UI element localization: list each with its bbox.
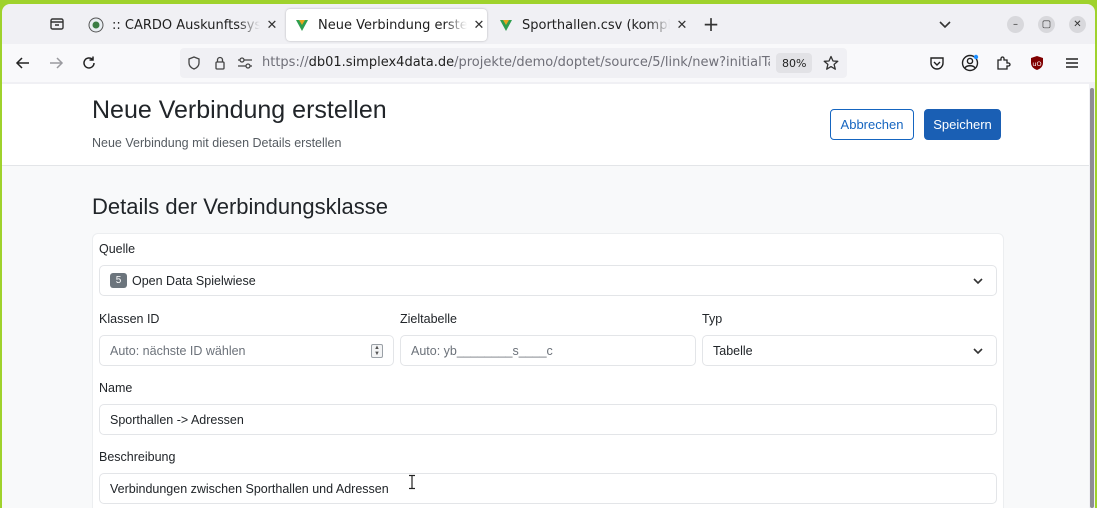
star-icon[interactable] [823, 55, 839, 71]
tab-title: Sporthallen.csv (komplett) [522, 17, 670, 33]
chevron-down-icon [972, 345, 984, 357]
zieltabelle-label: Zieltabelle [400, 312, 457, 326]
simplex-favicon-icon [498, 17, 514, 33]
url-path: /projekte/demo/doptet/source/5/link/new?… [454, 55, 770, 70]
tab-sporthallen-csv[interactable]: Sporthallen.csv (komplett) ✕ [494, 9, 690, 41]
klassen-id-input[interactable]: Auto: nächste ID wählen ▲ ▼ [99, 335, 394, 366]
text-cursor-icon [408, 474, 416, 490]
form-card: Quelle 5 Open Data Spielwiese Klassen ID… [92, 233, 1004, 508]
quelle-value: Open Data Spielwiese [132, 273, 256, 288]
quelle-label: Quelle [99, 242, 136, 256]
quelle-select[interactable]: 5 Open Data Spielwiese [99, 265, 997, 296]
source-id-badge: 5 [110, 273, 127, 288]
account-icon[interactable] [960, 53, 980, 73]
browser-window: :: CARDO Auskunftssystem ✕ Neue Verbindu… [2, 4, 1095, 508]
save-button[interactable]: Speichern [924, 109, 1001, 140]
number-spinner-icon[interactable]: ▲ ▼ [371, 344, 383, 358]
close-window-icon[interactable]: ✕ [1069, 16, 1086, 33]
name-value: Sporthallen -> Adressen [110, 412, 244, 427]
reload-icon[interactable] [78, 52, 100, 74]
zieltabelle-placeholder: Auto: yb________s____c [411, 343, 553, 358]
page-content: Neue Verbindung erstellen Neue Verbindun… [2, 84, 1089, 508]
maximize-icon[interactable]: ▢ [1038, 16, 1055, 33]
zieltabelle-input[interactable]: Auto: yb________s____c [400, 335, 696, 366]
url-scheme: https:// [262, 55, 309, 70]
klassen-id-placeholder: Auto: nächste ID wählen [110, 343, 246, 358]
simplex-favicon-icon [294, 17, 310, 33]
url-host: simplex4data.de [345, 55, 455, 70]
tab-strip: :: CARDO Auskunftssystem ✕ Neue Verbindu… [2, 4, 1095, 44]
tab-title: :: CARDO Auskunftssystem [112, 17, 260, 33]
chevron-down-icon[interactable] [934, 14, 956, 34]
name-input[interactable]: Sporthallen -> Adressen [99, 404, 997, 435]
extensions-icon[interactable] [993, 53, 1013, 73]
minimize-icon[interactable]: – [1007, 16, 1024, 33]
tab-title: Neue Verbindung erstellen [318, 17, 467, 33]
close-icon[interactable]: ✕ [471, 17, 487, 33]
chevron-down-icon [972, 275, 984, 287]
forward-arrow-icon[interactable] [45, 52, 67, 74]
beschreibung-label: Beschreibung [99, 450, 176, 464]
beschreibung-value: Verbindungen zwischen Sporthallen und Ad… [110, 481, 389, 496]
typ-value: Tabelle [713, 343, 753, 358]
cardo-favicon-icon [88, 17, 104, 33]
close-icon[interactable]: ✕ [674, 17, 690, 33]
new-tab-plus-icon[interactable]: + [700, 12, 722, 36]
page-subtitle: Neue Verbindung mit diesen Details erste… [92, 136, 342, 150]
beschreibung-input[interactable]: Verbindungen zwischen Sporthallen und Ad… [99, 473, 997, 504]
lock-icon[interactable] [212, 55, 228, 71]
typ-label: Typ [702, 312, 723, 326]
ublock-origin-icon[interactable]: uO [1027, 53, 1047, 73]
back-arrow-icon[interactable] [12, 52, 34, 74]
url-subdomain: db01. [308, 55, 346, 70]
url-text[interactable]: https://db01.simplex4data.de/projekte/de… [262, 55, 770, 70]
section-title: Details der Verbindungsklasse [92, 194, 388, 219]
tab-neue-verbindung[interactable]: Neue Verbindung erstellen ✕ [286, 9, 487, 41]
zoom-indicator[interactable]: 80% [776, 53, 813, 73]
scrollbar[interactable] [1089, 84, 1095, 508]
name-label: Name [99, 381, 133, 395]
scrollbar-thumb[interactable] [1090, 88, 1094, 508]
page-header: Neue Verbindung erstellen Neue Verbindun… [2, 84, 1089, 166]
url-bar[interactable]: https://db01.simplex4data.de/projekte/de… [180, 48, 847, 78]
firefox-view-icon[interactable] [46, 14, 68, 34]
navigation-bar: https://db01.simplex4data.de/projekte/de… [2, 44, 1095, 82]
close-icon[interactable]: ✕ [264, 17, 280, 33]
klassen-id-label: Klassen ID [99, 312, 160, 326]
hamburger-menu-icon[interactable] [1062, 53, 1082, 73]
cancel-button[interactable]: Abbrechen [830, 109, 914, 140]
permissions-icon[interactable] [237, 55, 253, 71]
shield-icon[interactable] [186, 55, 202, 71]
typ-select[interactable]: Tabelle [702, 335, 997, 366]
page-title: Neue Verbindung erstellen [92, 96, 387, 124]
pocket-icon[interactable] [927, 53, 947, 73]
svg-text:uO: uO [1032, 60, 1041, 68]
tab-cardo[interactable]: :: CARDO Auskunftssystem ✕ [84, 9, 280, 41]
